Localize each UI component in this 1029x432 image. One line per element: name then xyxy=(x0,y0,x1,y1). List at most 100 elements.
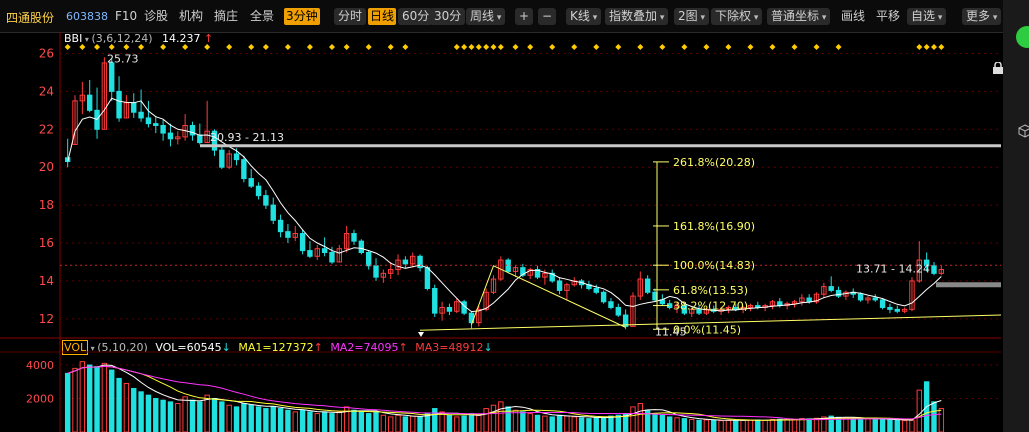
candle xyxy=(887,306,893,310)
volume-bar xyxy=(791,418,798,432)
candle xyxy=(138,111,144,119)
volume-bar xyxy=(395,414,401,432)
volume-bar xyxy=(769,418,776,432)
volume-bar xyxy=(865,418,871,432)
volume-bar xyxy=(175,403,181,432)
signal-diamond xyxy=(835,44,842,50)
volume-bar xyxy=(586,418,592,432)
volume-bar xyxy=(226,404,232,432)
volume-bar xyxy=(549,416,555,432)
signal-diamond xyxy=(725,44,732,50)
volume-bar xyxy=(740,419,746,432)
volume-bar xyxy=(476,414,482,432)
volume-bar xyxy=(285,409,291,432)
volume-bar xyxy=(138,391,144,432)
candle xyxy=(872,297,878,301)
volume-bar xyxy=(813,417,820,432)
volume-bar xyxy=(233,406,240,432)
volume-bar xyxy=(94,366,100,432)
volume-bar xyxy=(123,382,130,432)
volume-bar xyxy=(799,418,805,432)
candle xyxy=(835,289,842,297)
candle xyxy=(351,233,357,242)
fib-label: 100.0%(14.83) xyxy=(673,259,755,272)
volume-bar xyxy=(681,418,688,432)
volume-bar xyxy=(314,413,320,432)
volume-bar xyxy=(270,406,276,432)
volume-bar xyxy=(468,413,475,432)
signal-diamond xyxy=(703,44,710,50)
signal-diamond xyxy=(343,44,350,50)
signal-diamond xyxy=(747,44,754,50)
signal-diamond xyxy=(123,44,130,50)
volume-bar xyxy=(182,396,188,432)
candle xyxy=(131,102,137,113)
volume-bar xyxy=(666,416,673,432)
volume-bar xyxy=(615,414,621,432)
candle xyxy=(600,291,607,303)
signal-diamond xyxy=(328,44,335,50)
signal-diamond xyxy=(615,44,622,50)
candle xyxy=(424,267,431,290)
vol-tick-label: 2000 xyxy=(26,393,54,406)
volume-bar xyxy=(879,419,886,432)
volume-bar xyxy=(534,414,541,432)
signal-diamond xyxy=(930,44,937,50)
candle xyxy=(879,299,886,308)
signal-diamond xyxy=(138,44,145,50)
vol-tick-label: 4000 xyxy=(26,359,54,372)
volume-bar xyxy=(600,416,607,432)
volume-bar xyxy=(380,414,387,432)
signal-diamond xyxy=(637,44,644,50)
signal-diamond xyxy=(549,44,556,50)
candle xyxy=(248,178,254,187)
candle xyxy=(402,259,409,265)
candle xyxy=(285,231,291,238)
signal-diamond xyxy=(593,44,600,50)
volume-bar xyxy=(637,403,644,432)
low-annotation: 11.45 xyxy=(655,325,687,338)
candle xyxy=(828,286,834,291)
candle xyxy=(806,297,812,303)
signal-diamond xyxy=(483,44,490,50)
candle xyxy=(373,265,379,278)
volume-bar xyxy=(520,411,526,432)
signal-diamond xyxy=(461,44,468,50)
volume-bar xyxy=(454,416,460,432)
volume-bar xyxy=(725,419,732,432)
fib-label: 261.8%(20.28) xyxy=(673,156,755,169)
signal-diamond xyxy=(571,44,578,50)
fib-label: 61.8%(13.53) xyxy=(673,284,748,297)
fib-label: 38.2%(12.70) xyxy=(673,300,748,313)
volume-bar xyxy=(593,417,599,432)
volume-bar xyxy=(843,417,849,432)
volume-bar xyxy=(145,394,152,432)
volume-bar xyxy=(116,377,122,432)
signal-diamond xyxy=(79,44,86,50)
signal-diamond xyxy=(402,44,409,50)
volume-bar xyxy=(358,411,365,432)
range-annotation-2: 13.71 - 14.24 xyxy=(856,262,930,275)
candle xyxy=(365,251,372,267)
volume-bar xyxy=(931,401,937,432)
volume-bar xyxy=(365,413,372,432)
candle xyxy=(358,240,365,253)
volume-bar xyxy=(652,413,658,432)
volume-bar xyxy=(219,401,225,432)
range-annotation-1: 20.93 - 21.13 xyxy=(210,131,284,144)
volume-bar xyxy=(696,419,702,432)
signal-diamond xyxy=(659,44,666,50)
volume-bar xyxy=(806,418,812,432)
volume-bar xyxy=(72,367,78,432)
volume-bar xyxy=(248,404,254,432)
volume-bar xyxy=(292,411,298,432)
candlestick-chart[interactable]: 12 14 16 18 20 22 24 26 261.8%(20.28) 161.8%(16.9… xyxy=(0,0,1029,432)
candle xyxy=(446,306,453,312)
volume-bar xyxy=(432,408,438,432)
signal-diamond xyxy=(791,44,798,50)
volume-bar xyxy=(718,420,724,432)
volume-bar xyxy=(79,361,86,432)
candle xyxy=(329,251,335,263)
signal-diamond xyxy=(916,44,923,50)
candle xyxy=(255,185,262,197)
